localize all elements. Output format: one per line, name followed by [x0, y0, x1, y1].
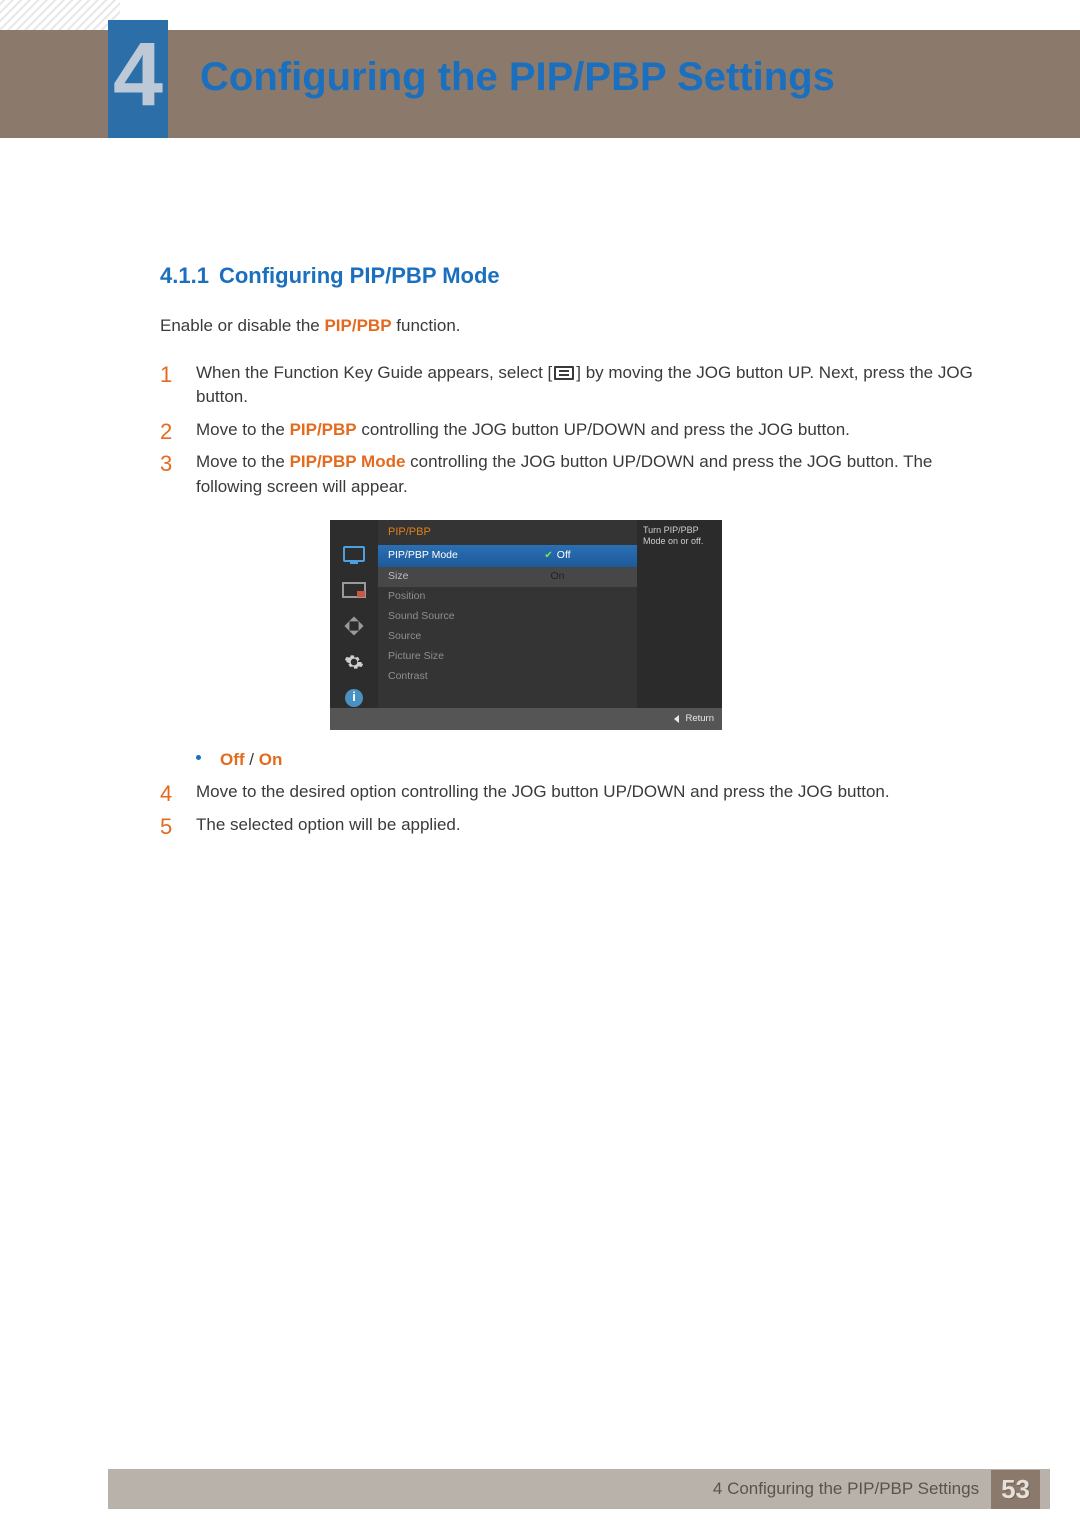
chapter-number: 4 [113, 24, 163, 127]
step-number: 3 [160, 448, 172, 480]
osd-row: Contrast [378, 667, 637, 687]
osd-header: PIP/PBP [378, 520, 637, 545]
steps-list-continued: 4 Move to the desired option controlling … [160, 780, 990, 837]
osd-row: Sound Source [378, 607, 637, 627]
osd-row: Size On [378, 567, 637, 587]
step-item: 5The selected option will be applied. [160, 813, 990, 838]
section-title: Configuring PIP/PBP Mode [219, 263, 500, 288]
osd-row-value-text: On [550, 570, 564, 582]
osd-footer: Return [330, 708, 722, 730]
section-heading: 4.1.1 Configuring PIP/PBP Mode [160, 260, 990, 292]
intro-paragraph: Enable or disable the PIP/PBP function. [160, 314, 990, 339]
osd-return-label: Return [685, 712, 714, 726]
step-number: 5 [160, 811, 172, 843]
steps-list: 1 When the Function Key Guide appears, se… [160, 361, 990, 500]
intro-highlight: PIP/PBP [324, 316, 391, 335]
page-corner-deco [0, 0, 120, 30]
check-icon: ✔ [544, 550, 552, 561]
step-text: Move to the desired option controlling t… [196, 782, 890, 801]
monitor-icon [340, 544, 368, 564]
osd-list: PIP/PBP Mode ✔ Off Size On Position Sound Sour… [378, 545, 637, 687]
step-text: Move to the [196, 452, 290, 471]
step-text: The selected option will be applied. [196, 815, 461, 834]
intro-pre: Enable or disable the [160, 316, 324, 335]
step-item: 4Move to the desired option controlling … [160, 780, 990, 805]
options-bullet: Off / On [160, 748, 990, 773]
osd-row-label: Size [388, 569, 488, 584]
page-title: Configuring the PIP/PBP Settings [200, 55, 835, 100]
info-icon: i [340, 688, 368, 708]
step-text: When the Function Key Guide appears, sel… [196, 363, 552, 382]
osd-row-value: ✔ Off [488, 548, 627, 564]
bullet-dot [196, 755, 201, 760]
osd-row-label: Picture Size [388, 649, 488, 664]
step-number: 2 [160, 416, 172, 448]
osd-row: Picture Size [378, 647, 637, 667]
osd-row-label: Sound Source [388, 609, 488, 624]
osd-row-label: PIP/PBP Mode [388, 548, 488, 563]
step-item: 3Move to the PIP/PBP Mode controlling th… [160, 450, 990, 499]
step-number: 1 [160, 359, 172, 391]
osd-row: Source [378, 627, 637, 647]
return-arrow-icon [674, 715, 679, 723]
option-off: Off [220, 750, 245, 769]
step-text: controlling the JOG button UP/DOWN and p… [357, 420, 850, 439]
intro-post: function. [392, 316, 461, 335]
menu-icon [554, 366, 574, 380]
page-footer: 4 Configuring the PIP/PBP Settings 53 [108, 1469, 1050, 1509]
osd-row-value: On [488, 569, 627, 584]
gear-icon [340, 652, 368, 672]
page-number: 53 [991, 1470, 1040, 1509]
pip-icon [340, 580, 368, 600]
content-area: 4.1.1 Configuring PIP/PBP Mode Enable or … [160, 260, 990, 845]
step-highlight: PIP/PBP [290, 420, 357, 439]
osd-row-value-text: Off [557, 549, 571, 561]
option-on: On [259, 750, 283, 769]
osd-row-label: Position [388, 589, 488, 604]
step-number: 4 [160, 778, 172, 810]
arrows-icon [340, 616, 368, 636]
step-highlight: PIP/PBP Mode [290, 452, 406, 471]
osd-menu: PIP/PBP PIP/PBP Mode ✔ Off Size On Position So… [378, 520, 637, 708]
osd-hint: Turn PIP/PBP Mode on or off. [637, 520, 722, 708]
chapter-number-badge: 4 [108, 20, 168, 138]
osd-row-label: Contrast [388, 669, 488, 684]
osd-row-label: Source [388, 629, 488, 644]
osd-row: Position [378, 587, 637, 607]
footer-text: 4 Configuring the PIP/PBP Settings [713, 1479, 979, 1499]
osd-screenshot: i PIP/PBP PIP/PBP Mode ✔ Off Size On Position… [330, 520, 722, 730]
step-text: Move to the [196, 420, 290, 439]
option-sep: / [245, 750, 259, 769]
step-item: 1 When the Function Key Guide appears, se… [160, 361, 990, 410]
osd-sidebar: i [330, 520, 378, 708]
section-number: 4.1.1 [160, 263, 209, 288]
osd-row: PIP/PBP Mode ✔ Off [378, 545, 637, 567]
step-item: 2Move to the PIP/PBP controlling the JOG… [160, 418, 990, 443]
